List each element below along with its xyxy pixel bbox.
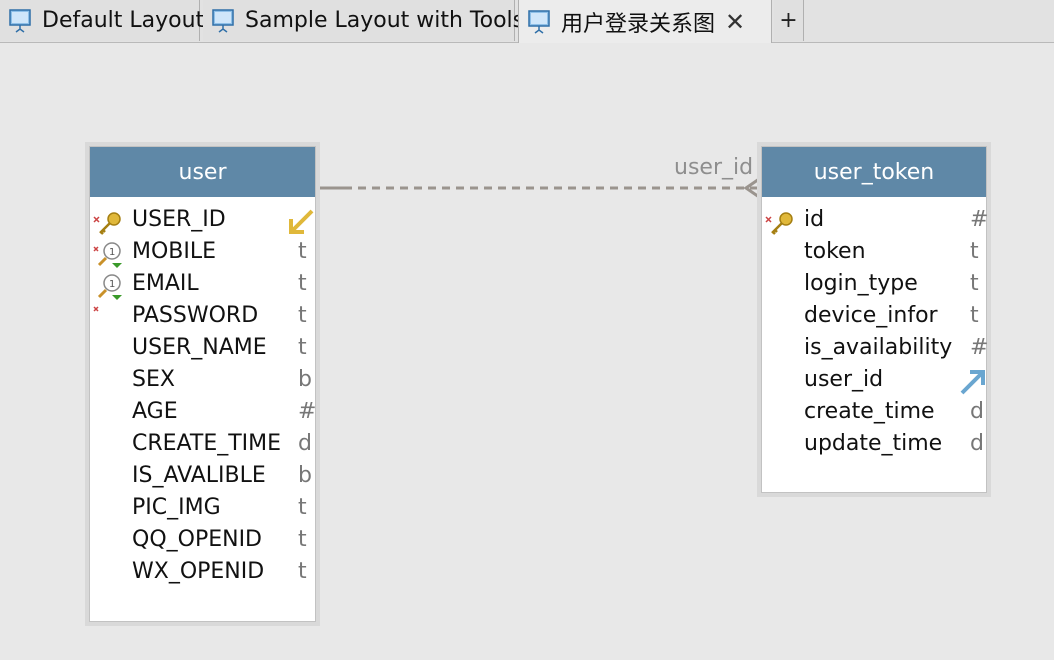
column-name: is_availability [804, 335, 953, 360]
tab-bar: Default Layout Sample Layout with Tools … [0, 0, 1054, 43]
column-name: EMAIL [132, 271, 199, 296]
column-type: d [970, 431, 984, 456]
column-type: # [970, 207, 989, 232]
tab-user-login-diagram[interactable]: 用户登录关系图 ✕ [518, 0, 772, 43]
column-row[interactable]: 1 EMAIL t [90, 269, 315, 301]
column-type: d [298, 431, 312, 456]
column-name: IS_AVALIBLE [132, 463, 266, 488]
layout-diagram-icon [9, 8, 31, 33]
column-list: id # token t login_type t device_infor t… [762, 197, 989, 461]
column-name: QQ_OPENID [132, 527, 263, 552]
column-name: id [804, 207, 825, 232]
column-type: b [298, 463, 312, 488]
column-row[interactable]: QQ_OPENID t [90, 525, 315, 557]
unique-index-icon: 1 [93, 242, 122, 268]
column-list: USER_ID 1 MOBILE t 1 EMAIL t PASSWORD t … [90, 197, 317, 589]
column-row[interactable]: update_time d [762, 429, 986, 461]
column-row[interactable]: WX_OPENID t [90, 557, 315, 589]
column-row[interactable]: create_time d [762, 397, 986, 429]
column-type: # [970, 335, 989, 360]
column-type: # [298, 399, 317, 424]
not-null-icon [93, 306, 99, 312]
table-header[interactable]: user_token [762, 147, 986, 197]
column-name: MOBILE [132, 239, 217, 264]
layout-diagram-icon [528, 9, 550, 34]
column-name: token [804, 239, 866, 264]
column-name: user_id [804, 367, 884, 392]
column-row[interactable]: USER_NAME t [90, 333, 315, 365]
table-user[interactable]: user USER_ID 1 MOBILE t 1 EMAIL t PASSWO… [89, 146, 316, 622]
svg-text:1: 1 [109, 247, 115, 258]
column-type: t [298, 335, 307, 360]
column-name: CREATE_TIME [132, 431, 282, 456]
tab-label: Default Layout [42, 8, 205, 33]
column-type: t [298, 559, 307, 584]
column-row[interactable]: device_infor t [762, 301, 986, 333]
diagram-canvas[interactable]: user_id user USER_ID 1 MOBILE t 1 EMAIL … [0, 43, 1054, 660]
column-name: login_type [804, 271, 918, 296]
column-type: t [298, 495, 307, 520]
svg-text:1: 1 [109, 279, 115, 290]
column-name: create_time [804, 399, 935, 424]
column-row[interactable]: CREATE_TIME d [90, 429, 315, 461]
column-row[interactable]: PASSWORD t [90, 301, 315, 333]
tab-label: Sample Layout with Tools [245, 8, 525, 33]
table-user-token[interactable]: user_token id # token t login_type t dev… [761, 146, 989, 493]
table-header[interactable]: user [90, 147, 315, 197]
column-name: USER_ID [132, 207, 226, 232]
column-row[interactable]: PIC_IMG t [90, 493, 315, 525]
layout-diagram-icon [212, 8, 234, 33]
foreign-key-arrow-icon [289, 209, 314, 234]
close-tab-icon[interactable]: ✕ [725, 10, 745, 34]
column-row[interactable]: 1 MOBILE t [90, 237, 315, 269]
column-type: b [298, 367, 312, 392]
foreign-key-arrow-icon [960, 370, 985, 395]
column-row[interactable]: SEX b [90, 365, 315, 397]
column-type: d [970, 399, 984, 424]
column-row[interactable]: user_id [762, 365, 986, 397]
column-row[interactable]: AGE # [90, 397, 317, 429]
relationship-label: user_id [674, 155, 754, 180]
tab-sample-layout-with-tools[interactable]: Sample Layout with Tools [203, 0, 524, 41]
column-name: USER_NAME [132, 335, 267, 360]
column-type: t [298, 527, 307, 552]
column-type: t [970, 303, 979, 328]
column-name: device_infor [804, 303, 938, 328]
column-row[interactable]: token t [762, 237, 986, 269]
tab-label: 用户登录关系图 [561, 11, 716, 37]
add-tab-button[interactable]: + [774, 0, 804, 41]
column-type: t [970, 271, 979, 296]
column-name: WX_OPENID [132, 559, 265, 584]
column-row[interactable]: is_availability # [762, 333, 989, 365]
primary-key-icon [765, 212, 793, 235]
column-row[interactable]: IS_AVALIBLE b [90, 461, 315, 493]
column-type: t [298, 271, 307, 296]
column-name: update_time [804, 431, 943, 456]
tab-default-layout[interactable]: Default Layout [0, 0, 204, 41]
column-name: SEX [132, 367, 175, 392]
column-row[interactable]: USER_ID [90, 205, 315, 237]
column-row[interactable]: login_type t [762, 269, 986, 301]
primary-key-icon [93, 212, 121, 235]
unique-index-icon: 1 [97, 274, 122, 300]
column-name: AGE [132, 399, 178, 424]
column-type: t [298, 239, 307, 264]
column-name: PIC_IMG [132, 495, 221, 520]
column-name: PASSWORD [132, 303, 259, 328]
column-row[interactable]: id # [762, 205, 989, 237]
column-type: t [970, 239, 979, 264]
column-type: t [298, 303, 307, 328]
